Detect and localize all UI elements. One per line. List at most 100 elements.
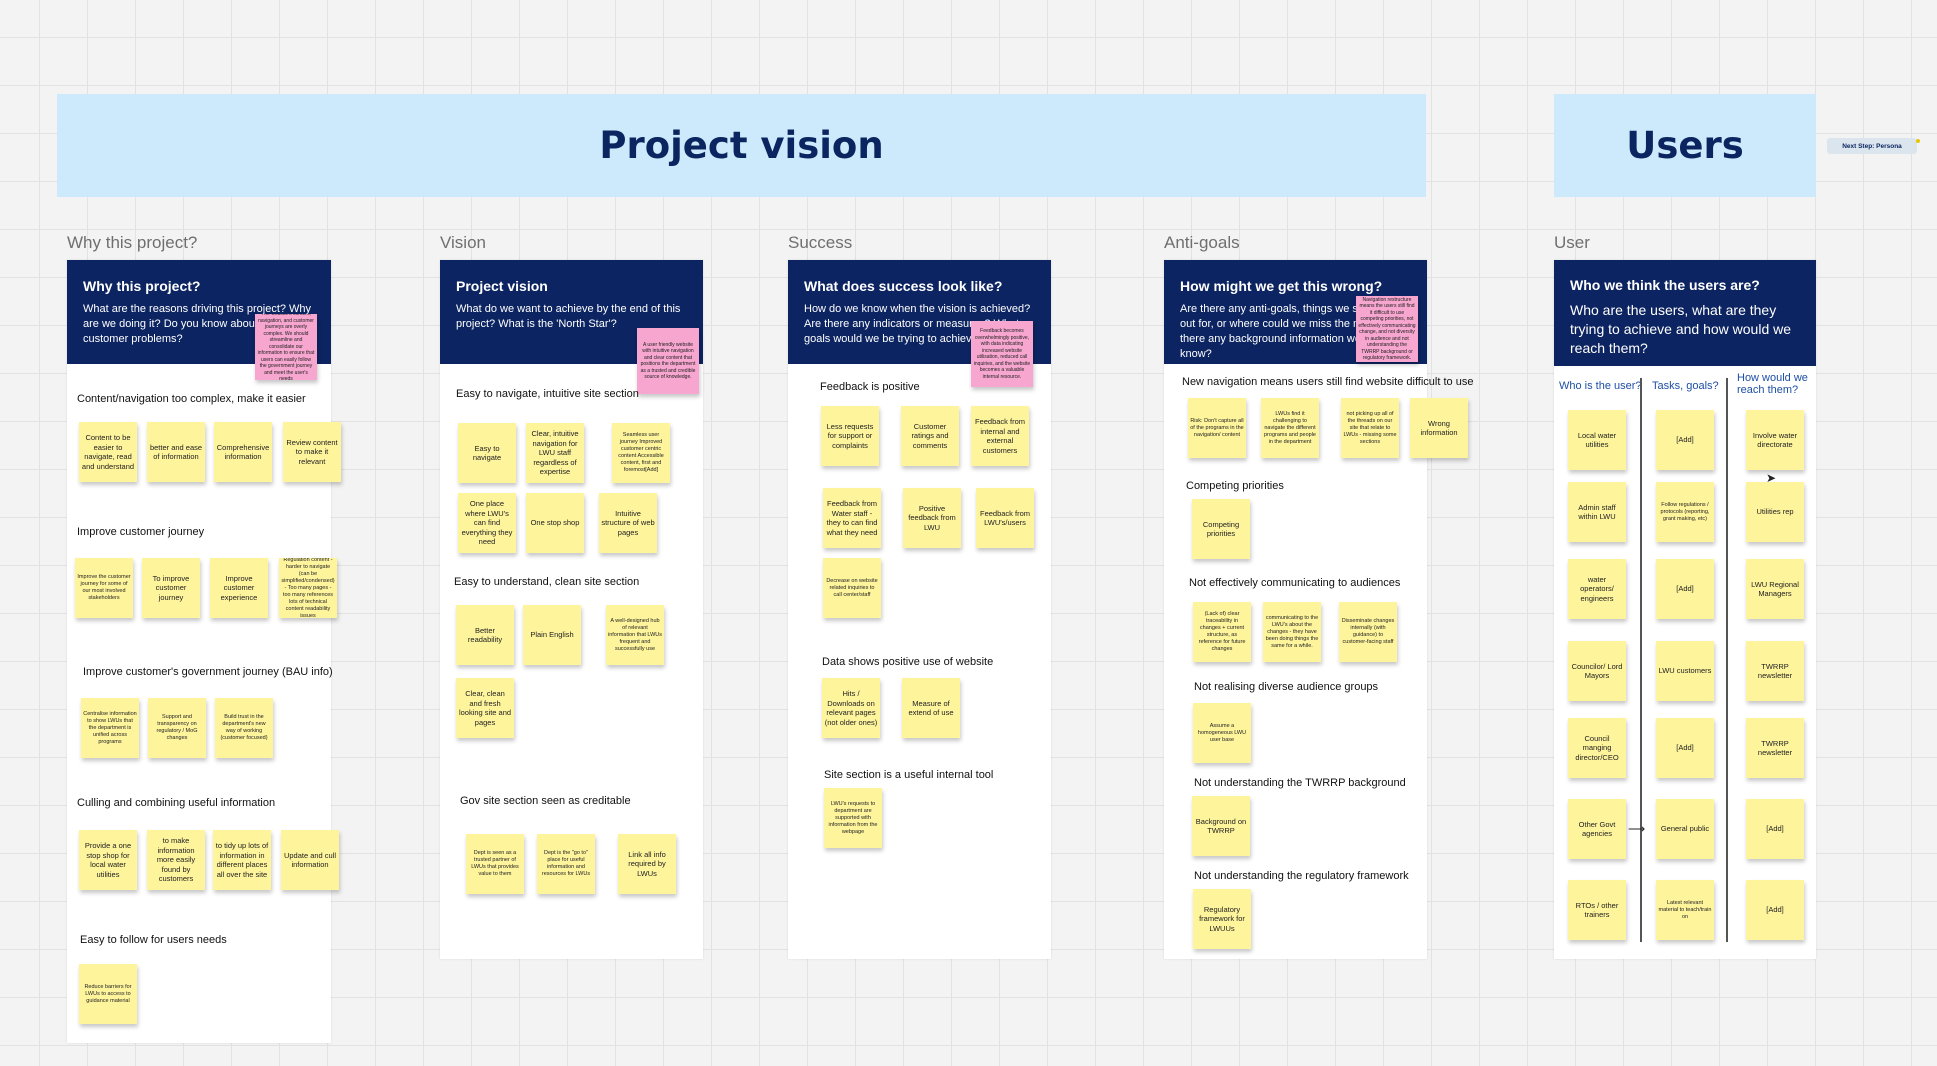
section-heading: Content/navigation too complex, make it …: [77, 393, 306, 405]
sticky-note[interactable]: LWU's requests to department are support…: [824, 788, 882, 848]
sticky-note[interactable]: Seamless user journey Improved customer …: [612, 423, 670, 483]
success-panel[interactable]: What does success look like? How do we k…: [788, 260, 1051, 959]
sticky-note[interactable]: Customer ratings and comments: [901, 406, 959, 466]
sticky-note[interactable]: Easy to navigate: [458, 423, 516, 483]
sticky-note[interactable]: Latest relevant material to teach/train …: [1656, 880, 1714, 940]
sticky-note[interactable]: Wrong information: [1410, 398, 1468, 458]
sticky-note[interactable]: not picking up all of the threads on our…: [1341, 398, 1399, 458]
users-banner: Users: [1554, 94, 1816, 197]
sticky-note[interactable]: Content to be easier to navigate, read a…: [79, 422, 137, 482]
sticky-note[interactable]: Update and cull information: [281, 830, 339, 890]
sticky-note[interactable]: Improve customer experience: [210, 558, 268, 618]
sticky-note[interactable]: Feedback from Water staff - they to can …: [823, 488, 881, 548]
section-heading: Site section is a useful internal tool: [824, 769, 994, 781]
column-header-who: Who is the user?: [1559, 380, 1642, 392]
sticky-note[interactable]: Competing priorities: [1192, 499, 1250, 559]
sticky-note[interactable]: [Add]: [1746, 880, 1804, 940]
sticky-note[interactable]: better and ease of information: [147, 422, 205, 482]
summary-sticky-note[interactable]: Navigation restructure means the users s…: [1356, 296, 1418, 362]
sticky-note[interactable]: Better readability: [456, 605, 514, 665]
sticky-note[interactable]: [Add]: [1656, 559, 1714, 619]
sticky-note[interactable]: Follow regulations / protocols (reportin…: [1656, 482, 1714, 542]
section-heading: Easy to navigate, intuitive site section: [456, 388, 639, 400]
sticky-note[interactable]: One stop shop: [526, 493, 584, 553]
sticky-note[interactable]: Feedback from LWU's/users: [976, 488, 1034, 548]
sticky-note[interactable]: Improve the customer journey for some of…: [75, 558, 133, 618]
sticky-note[interactable]: Clear, intuitive navigation for LWU staf…: [526, 423, 584, 483]
sticky-note[interactable]: A well-designed hub of relevant informat…: [606, 605, 664, 665]
sticky-note[interactable]: Regulation content - harder to navigate …: [279, 558, 337, 618]
next-step-tag[interactable]: Next Step: Persona: [1827, 138, 1917, 154]
sticky-note[interactable]: Councilor/ Lord Mayors: [1568, 641, 1626, 701]
status-dot-icon: [1916, 139, 1920, 143]
sticky-note[interactable]: [Add]: [1656, 410, 1714, 470]
sticky-note[interactable]: Clear, clean and fresh looking site and …: [456, 678, 514, 738]
panel-title: What does success look like?: [804, 278, 1003, 294]
sticky-note[interactable]: Provide a one stop shop for local water …: [79, 830, 137, 890]
sticky-note[interactable]: Decrease on website related inquiries to…: [823, 558, 881, 618]
sticky-note[interactable]: Local water utilities: [1568, 410, 1626, 470]
sticky-note[interactable]: Reduce barriers for LWUs to access to gu…: [79, 964, 137, 1024]
sticky-note[interactable]: Plain English: [523, 605, 581, 665]
why-panel[interactable]: Why this project? What are the reasons d…: [67, 260, 341, 1043]
sticky-note[interactable]: water operators/ engineers: [1568, 559, 1626, 619]
column-header-reach: How would we reach them?: [1737, 372, 1808, 396]
sticky-note[interactable]: Link all info required by LWUs: [618, 834, 676, 894]
sticky-note[interactable]: (Lack of) clear traceability in changes …: [1193, 602, 1251, 662]
sticky-note[interactable]: Other Govt agencies: [1568, 799, 1626, 859]
column-label-user: User: [1554, 233, 1590, 252]
sticky-note[interactable]: Risk: Don't capture all of the programs …: [1188, 398, 1246, 458]
sticky-note[interactable]: One place where LWU's can find everythin…: [458, 493, 516, 553]
sticky-note[interactable]: to tidy up lots of information in differ…: [213, 830, 271, 890]
sticky-note[interactable]: [Add]: [1746, 799, 1804, 859]
sticky-note[interactable]: TWRRP newsletter: [1746, 641, 1804, 701]
sticky-note[interactable]: Dept is the "go to" place for useful inf…: [537, 834, 595, 894]
sticky-note[interactable]: Feedback from internal and external cust…: [971, 406, 1029, 466]
sticky-note[interactable]: LWUs find it challenging to navigate the…: [1261, 398, 1319, 458]
vision-panel[interactable]: Project vision What do we want to achiev…: [440, 260, 703, 959]
sticky-note[interactable]: LWU customers: [1656, 641, 1714, 701]
column-header-tasks: Tasks, goals?: [1652, 380, 1719, 392]
sticky-note[interactable]: Hits / Downloads on relevant pages (not …: [822, 678, 880, 738]
users-panel[interactable]: Who we think the users are? Who are the …: [1554, 260, 1816, 959]
column-label-vision: Vision: [440, 233, 486, 252]
summary-sticky-note[interactable]: Feedback becomes overwhelmingly positive…: [971, 321, 1033, 387]
sticky-note[interactable]: Less requests for support or complaints: [821, 406, 879, 466]
sticky-note[interactable]: Council manging director/CEO: [1568, 718, 1626, 778]
anti-goals-panel[interactable]: How might we get this wrong? Are there a…: [1164, 260, 1473, 959]
banner-title: Users: [1626, 124, 1744, 167]
summary-sticky-note[interactable]: A user friendly website with intuitive n…: [637, 328, 699, 394]
sticky-note[interactable]: Utilities rep: [1746, 482, 1804, 542]
sticky-note[interactable]: Positive feedback from LWU: [903, 488, 961, 548]
sticky-note[interactable]: Support and transparency on regulatory /…: [148, 698, 206, 758]
sticky-note[interactable]: Intuitive structure of web pages: [599, 493, 657, 553]
sticky-note[interactable]: Centralise information to show LWUs that…: [81, 698, 139, 758]
sticky-note[interactable]: Background on TWRRP: [1192, 796, 1250, 856]
sticky-note[interactable]: [Add]: [1656, 718, 1714, 778]
sticky-note[interactable]: Disseminate changes internally (with gui…: [1339, 602, 1397, 662]
section-heading: Improve customer's government journey (B…: [83, 666, 333, 678]
sticky-note[interactable]: Dept is seen as a trusted partner of LWU…: [466, 834, 524, 894]
panel-title: Why this project?: [83, 278, 201, 294]
cursor-icon: ➤: [1766, 471, 1777, 485]
section-heading: Competing priorities: [1186, 480, 1284, 492]
sticky-note[interactable]: LWU Regional Managers: [1746, 559, 1804, 619]
section-heading: Improve customer journey: [77, 526, 205, 538]
sticky-note[interactable]: RTOs / other trainers: [1568, 880, 1626, 940]
summary-sticky-note[interactable]: The website's content, navigation, and c…: [255, 314, 317, 380]
sticky-note[interactable]: TWRRP newsletter: [1746, 718, 1804, 778]
sticky-note[interactable]: General public: [1656, 799, 1714, 859]
sticky-note[interactable]: Involve water directorate: [1746, 410, 1804, 470]
sticky-note[interactable]: To improve customer journey: [142, 558, 200, 618]
sticky-note[interactable]: Regulatory framework for LWUUs: [1193, 889, 1251, 949]
column-label-why: Why this project?: [67, 233, 198, 252]
section-heading: Not realising diverse audience groups: [1194, 681, 1379, 693]
sticky-note[interactable]: Measure of extend of use: [902, 678, 960, 738]
sticky-note[interactable]: Comprehensive information: [214, 422, 272, 482]
sticky-note[interactable]: Review content to make it relevant: [283, 422, 341, 482]
sticky-note[interactable]: Build trust in the department's new way …: [215, 698, 273, 758]
sticky-note[interactable]: Assume a homogeneous LWU user base: [1193, 703, 1251, 763]
sticky-note[interactable]: communicating to the LWU's about the cha…: [1263, 602, 1321, 662]
sticky-note[interactable]: Admin staff within LWU: [1568, 482, 1626, 542]
sticky-note[interactable]: to make information more easily found by…: [147, 830, 205, 890]
